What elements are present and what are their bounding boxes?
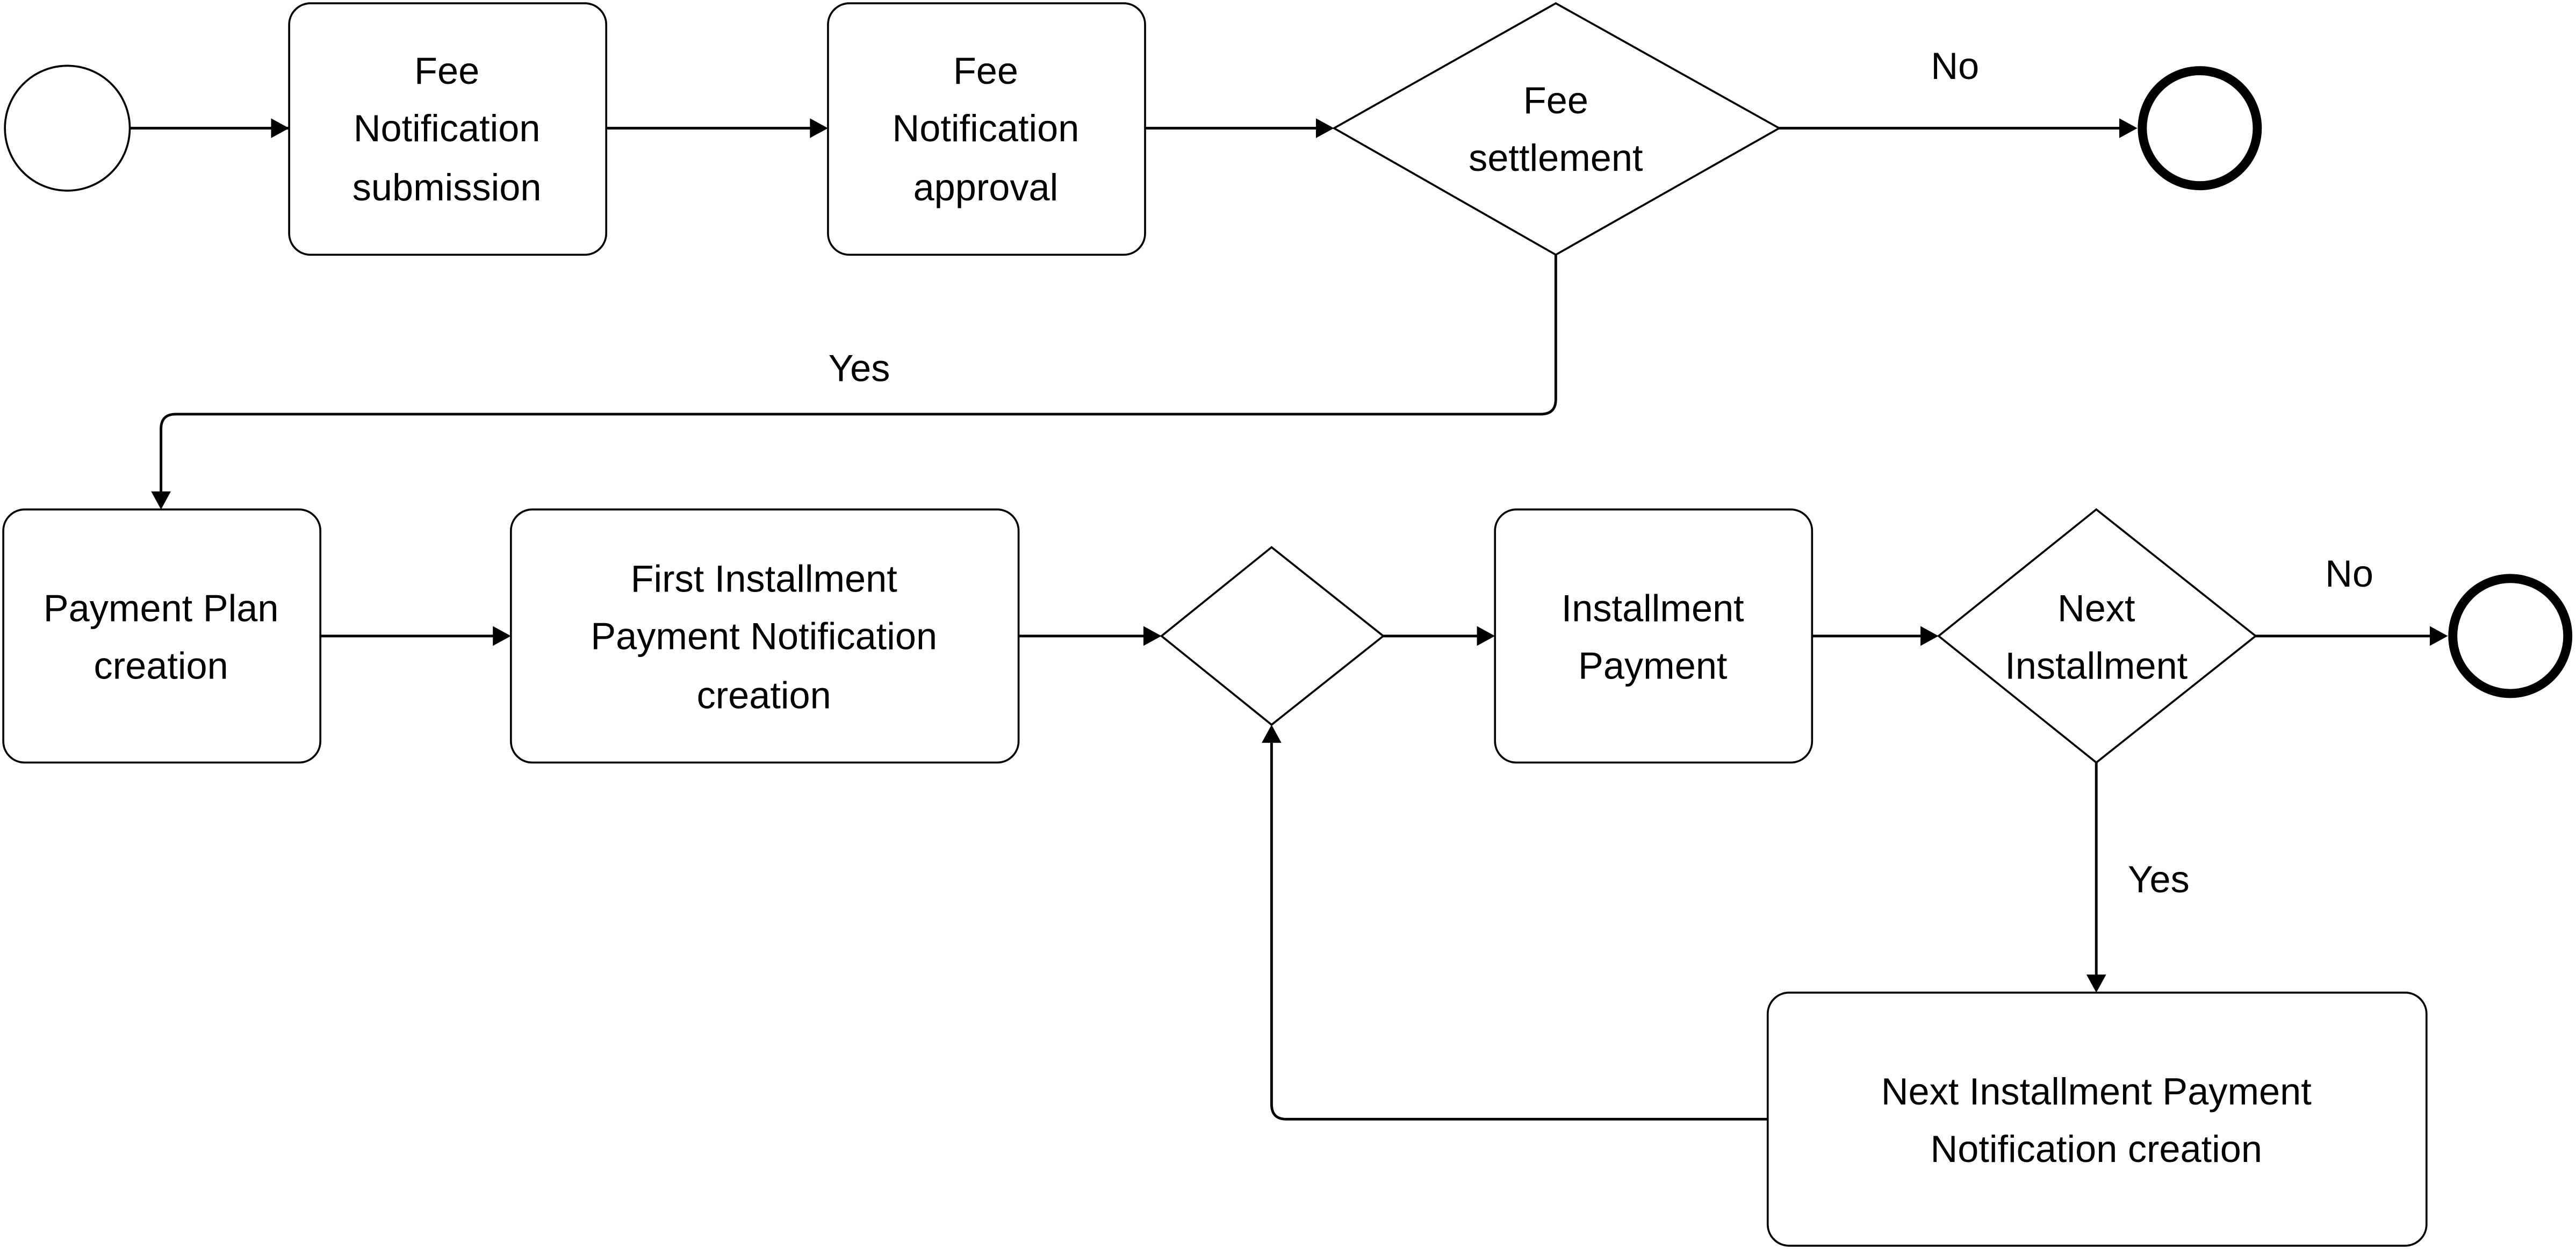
arrowhead xyxy=(1262,725,1282,743)
arrowhead xyxy=(2086,974,2106,993)
label-next-no: No xyxy=(2325,552,2373,595)
task-first-installment-notification[interactable]: First Installment Payment Notification c… xyxy=(510,508,1020,764)
gateway-fee-settlement[interactable]: Fee settlement xyxy=(1332,2,1781,256)
task-label-line: approval xyxy=(913,166,1059,208)
task-label-line: Notification creation xyxy=(1931,1128,2262,1170)
task-label-line: creation xyxy=(697,674,831,717)
label-settlement-yes: Yes xyxy=(829,347,890,389)
task-fee-notification-approval[interactable]: Fee Notification approval xyxy=(827,2,1146,256)
gateway-label-line: Next xyxy=(2057,587,2135,629)
label-settlement-no: No xyxy=(1931,45,1979,87)
end-event-top[interactable] xyxy=(2138,66,2262,191)
end-event-bottom[interactable] xyxy=(2448,574,2573,698)
arrowhead xyxy=(151,491,171,510)
gateway-next-installment[interactable]: Next Installment xyxy=(1937,508,2257,764)
process-diagram: No Yes No Yes Fee Notification submissio… xyxy=(2,2,2573,1247)
arrowhead xyxy=(2429,626,2448,646)
task-label-line: Payment Plan xyxy=(44,587,279,629)
task-payment-plan-creation[interactable]: Payment Plan creation xyxy=(2,508,322,764)
task-label-line: Payment Notification xyxy=(591,615,937,657)
start-event[interactable] xyxy=(4,64,131,192)
gateway-label-line: Fee xyxy=(1523,79,1588,121)
gateway-label-line: Installment xyxy=(2005,644,2188,687)
gateway-merge[interactable] xyxy=(1160,546,1385,726)
label-next-yes: Yes xyxy=(2128,858,2190,900)
task-installment-payment[interactable]: Installment Payment xyxy=(1494,508,1814,764)
task-label-line: Notification xyxy=(893,107,1080,149)
arrowhead xyxy=(810,118,828,138)
arrowhead xyxy=(1315,118,1334,138)
task-label-line: creation xyxy=(94,644,228,687)
arrowhead xyxy=(1477,626,1495,646)
arrowhead xyxy=(2119,118,2138,138)
task-label-line: Payment xyxy=(1578,644,1728,687)
arrowhead xyxy=(493,626,511,646)
task-label-line: First Installment xyxy=(631,557,898,600)
task-label-line: Installment xyxy=(1562,587,1744,629)
task-label-line: submission xyxy=(352,166,542,208)
edge-loop-back[interactable] xyxy=(1270,742,1768,1121)
task-fee-notification-submission[interactable]: Fee Notification submission xyxy=(288,2,608,256)
task-next-installment-notification[interactable]: Next Installment Payment Notification cr… xyxy=(1766,991,2428,1247)
arrowhead xyxy=(1143,626,1162,646)
task-label-line: Fee xyxy=(953,49,1018,92)
task-label-line: Notification xyxy=(354,107,541,149)
task-label-line: Fee xyxy=(414,49,479,92)
gateway-label-line: settlement xyxy=(1469,136,1643,179)
arrowhead xyxy=(271,118,290,138)
task-label-line: Next Installment Payment xyxy=(1881,1070,2312,1113)
arrowhead xyxy=(1920,626,1939,646)
